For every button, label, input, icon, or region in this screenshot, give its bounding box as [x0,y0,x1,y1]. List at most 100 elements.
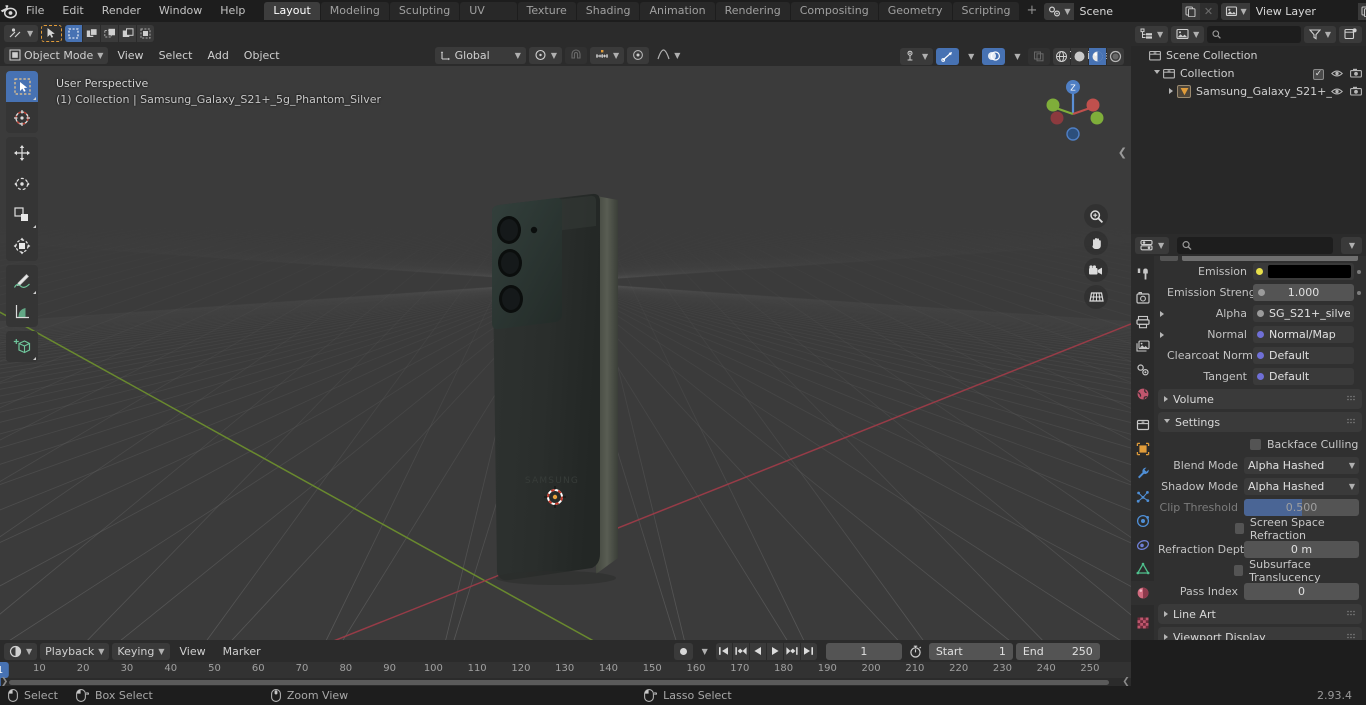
particles-icon[interactable] [1131,485,1154,509]
remove-scene-button[interactable]: ✕ [1199,2,1218,20]
workspace-tab-animation[interactable]: Animation [640,2,715,20]
frame-end-field[interactable]: End 250 [1015,642,1100,660]
viewport-menu-object[interactable]: Object [237,47,287,64]
perspective-ortho-icon[interactable] [1084,285,1108,309]
cursor-tool[interactable] [6,102,38,133]
use-preview-range-icon[interactable] [905,643,926,660]
viewport-menu-select[interactable]: Select [152,47,200,64]
shading-solid-icon[interactable] [1071,47,1089,65]
animate-property-dot[interactable] [1354,269,1363,274]
workspace-tab-scripting[interactable]: Scripting [952,2,1020,20]
outliner-display-mode[interactable]: ▼ [1135,25,1169,43]
outliner-filter-button[interactable]: ▼ [1303,25,1336,43]
tweak-select-tool[interactable] [6,71,38,102]
snap-pivot-icon[interactable]: ▼ [528,46,563,64]
outliner-search-input[interactable] [1207,25,1301,43]
backface-culling-checkbox[interactable] [1250,439,1261,450]
scene-name[interactable]: Scene [1073,2,1182,20]
timeline-ruler[interactable]: 10 20 30 40 50 60 70 80 90 100 110 120 130 140 150 160 1… [0,662,1131,687]
select-box-icon[interactable] [65,24,83,42]
view-layer-name[interactable]: View Layer [1249,2,1358,20]
expand-triangle-icon[interactable] [1151,69,1163,77]
jump-to-prev-keyframe-button[interactable] [732,642,749,660]
outliner-row[interactable]: Samsung_Galaxy_S21+_ [1131,82,1366,100]
camera-icon[interactable] [1084,258,1108,282]
expand-triangle-icon[interactable] [1165,88,1177,94]
outliner-row[interactable]: Collection ✓ [1131,64,1366,82]
texture-icon[interactable] [1131,611,1154,635]
visibility-eye-icon[interactable] [1331,87,1343,96]
timeline-marker-menu[interactable]: Marker [216,643,268,660]
blend-mode-dropdown[interactable]: Alpha Hashed ▼ [1244,457,1359,474]
properties-search-input[interactable] [1177,236,1333,254]
properties-search-field[interactable] [1196,238,1328,252]
outliner-row[interactable]: Scene Collection [1131,46,1366,64]
gizmo-options-dropdown[interactable]: ▼ [962,48,979,65]
workspace-tab-uv-editing[interactable]: UV Editing [460,2,517,35]
overlay-options-dropdown[interactable]: ▼ [1008,48,1025,65]
active-tool-icon[interactable]: ▼ [4,24,39,42]
constraints-icon[interactable] [1131,533,1154,557]
refraction-depth-field[interactable]: 0 m [1244,541,1359,558]
auto-keying-dropdown[interactable]: ▼ [696,643,713,660]
properties-options-dropdown[interactable]: ▼ [1340,236,1362,254]
physics-icon[interactable] [1131,509,1154,533]
emission-strength-field[interactable]: 1.000 [1253,284,1354,301]
proportional-edit-toggle[interactable] [627,46,650,64]
select-extend-icon[interactable] [83,24,101,42]
view-layer-icon[interactable] [1131,334,1154,358]
shading-material-preview-icon[interactable] [1089,47,1107,65]
timeline-view-menu[interactable]: View [173,643,213,660]
transform-orientation-selector[interactable]: Global ▼ [434,46,526,64]
tangent-field[interactable]: Default [1253,368,1354,385]
render-icon[interactable] [1131,286,1154,310]
menu-window[interactable]: Window [150,0,211,22]
blender-logo-icon[interactable] [0,0,17,22]
overlays-toggle[interactable] [982,47,1006,65]
snap-target-selector[interactable]: ▼ [590,46,625,64]
workspace-tab-modeling[interactable]: Modeling [320,2,389,20]
panel-header-volume[interactable]: Volume [1158,389,1362,409]
workspace-tab-layout[interactable]: Layout [264,2,320,20]
panel-header-viewport-display[interactable]: Viewport Display [1158,627,1362,640]
timeline-editor-type[interactable]: ▼ [4,642,38,660]
emission-field[interactable] [1253,263,1354,280]
pan-hand-icon[interactable] [1084,231,1108,255]
proportional-falloff-selector[interactable]: ▼ [652,47,685,64]
workspace-tab-rendering[interactable]: Rendering [715,2,790,20]
frame-start-field[interactable]: Start 1 [928,642,1013,660]
viewport-menu-view[interactable]: View [110,47,150,64]
add-cube-tool[interactable] [6,331,38,362]
collection-icon[interactable] [1131,413,1154,437]
select-subtract-icon[interactable] [101,24,119,42]
clip-threshold-slider[interactable]: 0.500 [1244,499,1359,516]
shadow-mode-dropdown[interactable]: Alpha Hashed ▼ [1244,478,1359,495]
add-workspace-button[interactable]: + [1020,2,1043,20]
subsurface-translucency-checkbox[interactable] [1234,565,1244,576]
panel-toggle-icon[interactable] [1164,634,1168,640]
workspace-tab-texture-paint[interactable]: Texture Paint [517,2,576,35]
play-button[interactable] [766,642,783,660]
viewport-menu-add[interactable]: Add [201,47,236,64]
snap-magnet-toggle[interactable] [565,46,588,64]
playback-menu[interactable]: Playback ▼ [40,642,110,660]
gizmo-toggle[interactable] [936,47,960,65]
panel-toggle-icon[interactable] [1164,418,1170,426]
scale-tool[interactable] [6,199,38,230]
navigation-gizmo[interactable]: Z [1037,74,1109,146]
properties-body[interactable]: Emission Emission Strengt 1.000 Alpha SG_S21… [1154,256,1366,640]
normal-field[interactable]: Normal/Map [1253,326,1354,343]
mode-selector[interactable]: Object Mode ▼ [4,46,109,64]
timeline-expand-arrow[interactable]: ❯ [0,678,9,687]
outliner-filter-scene[interactable]: ▼ [1171,25,1205,43]
clearcoat-normal-field[interactable]: Default [1253,347,1354,364]
panel-toggle-icon[interactable] [1164,396,1168,402]
menu-file[interactable]: File [17,0,53,22]
object-visibility-selector[interactable]: ▼ [900,47,934,65]
object-icon[interactable] [1131,437,1154,461]
panel-header-line-art[interactable]: Line Art [1158,604,1362,624]
screen-space-refraction-checkbox[interactable] [1234,523,1244,534]
play-reverse-button[interactable] [749,642,766,660]
menu-help[interactable]: Help [211,0,254,22]
annotate-tool[interactable] [6,265,38,296]
